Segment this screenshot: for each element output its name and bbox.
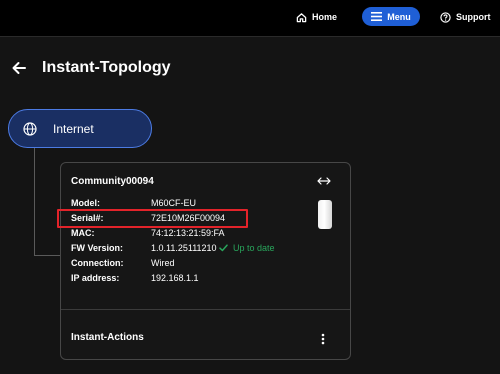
- card-divider: [61, 309, 350, 310]
- topology-connector-horizontal: [34, 255, 60, 256]
- more-options-icon[interactable]: [321, 333, 325, 345]
- internet-label: Internet: [53, 122, 94, 136]
- help-icon: [440, 11, 451, 23]
- page-title: Instant-Topology: [42, 59, 171, 76]
- detail-key: Model:: [71, 198, 100, 208]
- top-navigation-bar: Home Menu Support: [0, 0, 500, 36]
- detail-key: IP address:: [71, 273, 120, 283]
- nav-menu-button[interactable]: Menu: [362, 7, 420, 26]
- nav-support-link[interactable]: Support: [440, 7, 491, 27]
- checkmark-icon: [219, 244, 228, 252]
- fw-status: Up to date: [219, 243, 275, 253]
- device-card[interactable]: Community00094 Model: M60CF-EU Serial#: …: [60, 162, 351, 360]
- detail-value: M60CF-EU: [151, 198, 197, 208]
- router-device-image: [318, 200, 332, 229]
- nav-menu-label: Menu: [387, 11, 411, 22]
- detail-value: 74:12:13:21:59:FA: [151, 228, 225, 238]
- nav-home-link[interactable]: Home: [296, 7, 337, 27]
- nav-support-label: Support: [456, 12, 491, 22]
- back-arrow-icon[interactable]: [10, 59, 28, 77]
- fw-status-label: Up to date: [233, 243, 275, 253]
- home-icon: [296, 12, 307, 22]
- globe-icon: [23, 122, 37, 136]
- detail-value: 192.168.1.1: [151, 273, 199, 283]
- detail-key: MAC:: [71, 228, 95, 238]
- topology-connector-vertical: [34, 148, 35, 256]
- detail-key: FW Version:: [71, 243, 124, 253]
- expand-arrows-icon[interactable]: [317, 176, 331, 186]
- internet-node[interactable]: Internet: [8, 109, 152, 148]
- device-name: Community00094: [71, 176, 154, 187]
- nav-home-label: Home: [312, 12, 338, 22]
- detail-key: Connection:: [71, 258, 124, 268]
- instant-actions-label: Instant-Actions: [71, 332, 144, 343]
- detail-value: 1.0.11.25111210: [151, 243, 217, 253]
- hamburger-icon: [371, 12, 383, 21]
- detail-value: Wired: [151, 258, 175, 268]
- serial-highlight-box: [57, 209, 248, 228]
